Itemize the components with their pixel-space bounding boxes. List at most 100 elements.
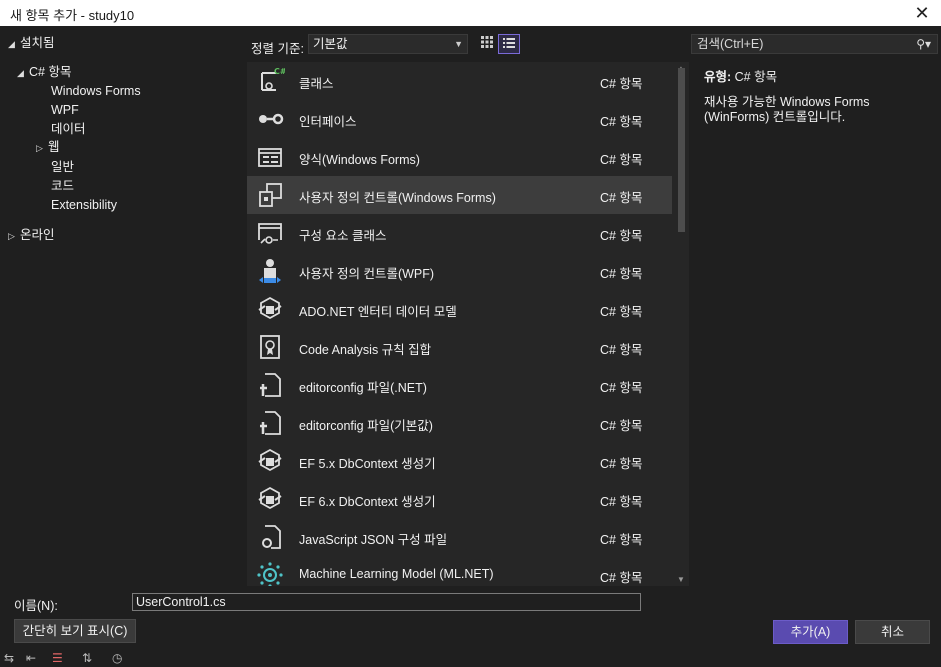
scroll-thumb[interactable]: [678, 68, 685, 232]
template-name: 양식(Windows Forms): [299, 153, 420, 167]
search-icon[interactable]: ⚲▾: [916, 35, 931, 53]
form-icon: [258, 148, 282, 167]
template-type: C# 항목: [600, 571, 643, 585]
name-label: 이름(N):: [14, 599, 58, 613]
template-type: C# 항목: [600, 153, 643, 167]
template-name: 클래스: [299, 77, 334, 91]
error-list-icon[interactable]: ☰: [52, 651, 63, 665]
tree-item-windows-forms[interactable]: Windows Forms: [51, 82, 141, 100]
tree-item-csharp[interactable]: ◢ C# 항목: [17, 63, 71, 81]
grid-view-icon[interactable]: [476, 34, 498, 54]
search-placeholder: 검색(Ctrl+E): [697, 37, 764, 51]
add-button[interactable]: 추가(A): [773, 620, 848, 644]
sort-bar: 정렬 기준: 기본값 ▼: [245, 26, 690, 62]
template-row[interactable]: EF 5.x DbContext 생성기 C# 항목: [247, 442, 672, 480]
template-row[interactable]: 인터페이스 C# 항목: [247, 100, 672, 138]
template-row[interactable]: 양식(Windows Forms) C# 항목: [247, 138, 672, 176]
class-icon: C#: [261, 67, 285, 91]
title-bar: 새 항목 추가 - study10 ✕: [0, 0, 941, 26]
interface-icon: [259, 113, 284, 125]
dbcontext-generator-icon: [258, 486, 282, 510]
template-type: C# 항목: [600, 343, 643, 357]
dbcontext-generator-icon: [258, 448, 282, 472]
template-row[interactable]: editorconfig 파일(기본값) C# 항목: [247, 404, 672, 442]
user-control-icon: [259, 183, 282, 207]
template-type: C# 항목: [600, 229, 643, 243]
scroll-down-icon[interactable]: ▼: [677, 575, 685, 584]
tree-label: 설치됨: [20, 36, 55, 50]
clock-icon[interactable]: ◷: [112, 651, 122, 665]
sort-dropdown[interactable]: 기본값 ▼: [308, 34, 468, 54]
template-row-selected[interactable]: 사용자 정의 컨트롤(Windows Forms) C# 항목: [247, 176, 672, 214]
component-class-icon: [258, 223, 282, 244]
template-row[interactable]: ADO.NET 엔터티 데이터 모델 C# 항목: [247, 290, 672, 328]
details-description: 재사용 가능한 Windows Forms (WinForms) 컨트롤입니다.: [704, 95, 870, 124]
tree-label: 온라인: [20, 228, 55, 242]
template-name: ADO.NET 엔터티 데이터 모델: [299, 305, 457, 319]
tree-item-code[interactable]: 코드: [51, 177, 74, 195]
template-row[interactable]: Code Analysis 규칙 집합 C# 항목: [247, 328, 672, 366]
dropdown-arrow-icon: ▼: [454, 39, 463, 49]
template-type: C# 항목: [600, 267, 643, 281]
template-name: 사용자 정의 컨트롤(WPF): [299, 267, 435, 281]
tree-item-general[interactable]: 일반: [51, 158, 74, 176]
tree-item-extensibility[interactable]: Extensibility: [51, 196, 117, 214]
template-type: C# 항목: [600, 115, 643, 129]
editorconfig-icon: [260, 411, 281, 435]
template-row[interactable]: EF 6.x DbContext 생성기 C# 항목: [247, 480, 672, 518]
template-name: JavaScript JSON 구성 파일: [299, 533, 448, 547]
template-type: C# 항목: [600, 381, 643, 395]
template-type: C# 항목: [600, 457, 643, 471]
template-name: EF 5.x DbContext 생성기: [299, 457, 436, 471]
sort-label: 정렬 기준:: [251, 42, 304, 56]
expanded-arrow-icon: ◢: [17, 68, 24, 78]
window-title: 새 항목 추가 - study10: [10, 8, 135, 23]
compact-view-button[interactable]: 간단히 보기 표시(C): [14, 619, 136, 643]
details-pane: 유형: C# 항목 재사용 가능한 Windows Forms (WinForm…: [704, 66, 934, 125]
editorconfig-icon: [260, 373, 281, 397]
template-name: 사용자 정의 컨트롤(Windows Forms): [299, 191, 496, 205]
details-type-value: C# 항목: [734, 70, 778, 84]
ruleset-icon: [260, 335, 280, 359]
details-type-label: 유형:: [704, 70, 732, 84]
template-name: Code Analysis 규칙 집합: [299, 343, 432, 357]
collapsed-arrow-icon: ▷: [36, 143, 43, 153]
align-icon[interactable]: ⇆: [4, 651, 14, 665]
tree-item-data[interactable]: 데이터: [51, 120, 86, 138]
collapsed-arrow-icon: ▷: [8, 231, 15, 241]
json-config-icon: [262, 525, 281, 549]
template-list: C# 클래스 C# 항목 인터페이스 C# 항목 양식(Windows Form…: [247, 62, 689, 586]
template-row[interactable]: 구성 요소 클래스 C# 항목: [247, 214, 672, 252]
template-row[interactable]: 사용자 정의 컨트롤(WPF) C# 항목: [247, 252, 672, 290]
template-name: editorconfig 파일(.NET): [299, 381, 427, 395]
list-scrollbar[interactable]: ▲ ▼: [674, 62, 689, 586]
cancel-button[interactable]: 취소: [855, 620, 930, 644]
outdent-icon[interactable]: ⇤: [26, 651, 36, 665]
tree-item-wpf[interactable]: WPF: [51, 101, 79, 119]
template-name: EF 6.x DbContext 생성기: [299, 495, 436, 509]
ml-model-icon: [257, 562, 283, 586]
name-field[interactable]: [132, 593, 641, 611]
template-row[interactable]: editorconfig 파일(.NET) C# 항목: [247, 366, 672, 404]
template-type: C# 항목: [600, 495, 643, 509]
tree-item-web[interactable]: ▷ 웹: [36, 138, 60, 156]
template-row[interactable]: JavaScript JSON 구성 파일 C# 항목: [247, 518, 672, 556]
template-type: C# 항목: [600, 419, 643, 433]
status-bar: ⇆ ⇤ ☰ ⇅ ◷: [0, 650, 941, 667]
tree-item-installed[interactable]: ◢ 설치됨: [8, 34, 55, 52]
template-name: Machine Learning Model (ML.NET): [299, 567, 494, 581]
template-row[interactable]: Machine Learning Model (ML.NET) C# 항목: [247, 556, 672, 586]
template-name: 구성 요소 클래스: [299, 229, 387, 243]
wpf-user-control-icon: [259, 259, 281, 283]
sort-value: 기본값: [313, 37, 348, 51]
svg-text:C#: C#: [274, 67, 285, 76]
sort-icon[interactable]: ⇅: [82, 651, 92, 665]
close-icon[interactable]: ✕: [911, 2, 933, 24]
search-input[interactable]: 검색(Ctrl+E) ⚲▾: [691, 34, 938, 54]
template-type: C# 항목: [600, 305, 643, 319]
template-row[interactable]: C# 클래스 C# 항목: [247, 62, 672, 100]
tree-item-online[interactable]: ▷ 온라인: [8, 226, 55, 244]
entity-model-icon: [258, 296, 282, 320]
list-view-icon[interactable]: [498, 34, 520, 54]
template-type: C# 항목: [600, 191, 643, 205]
